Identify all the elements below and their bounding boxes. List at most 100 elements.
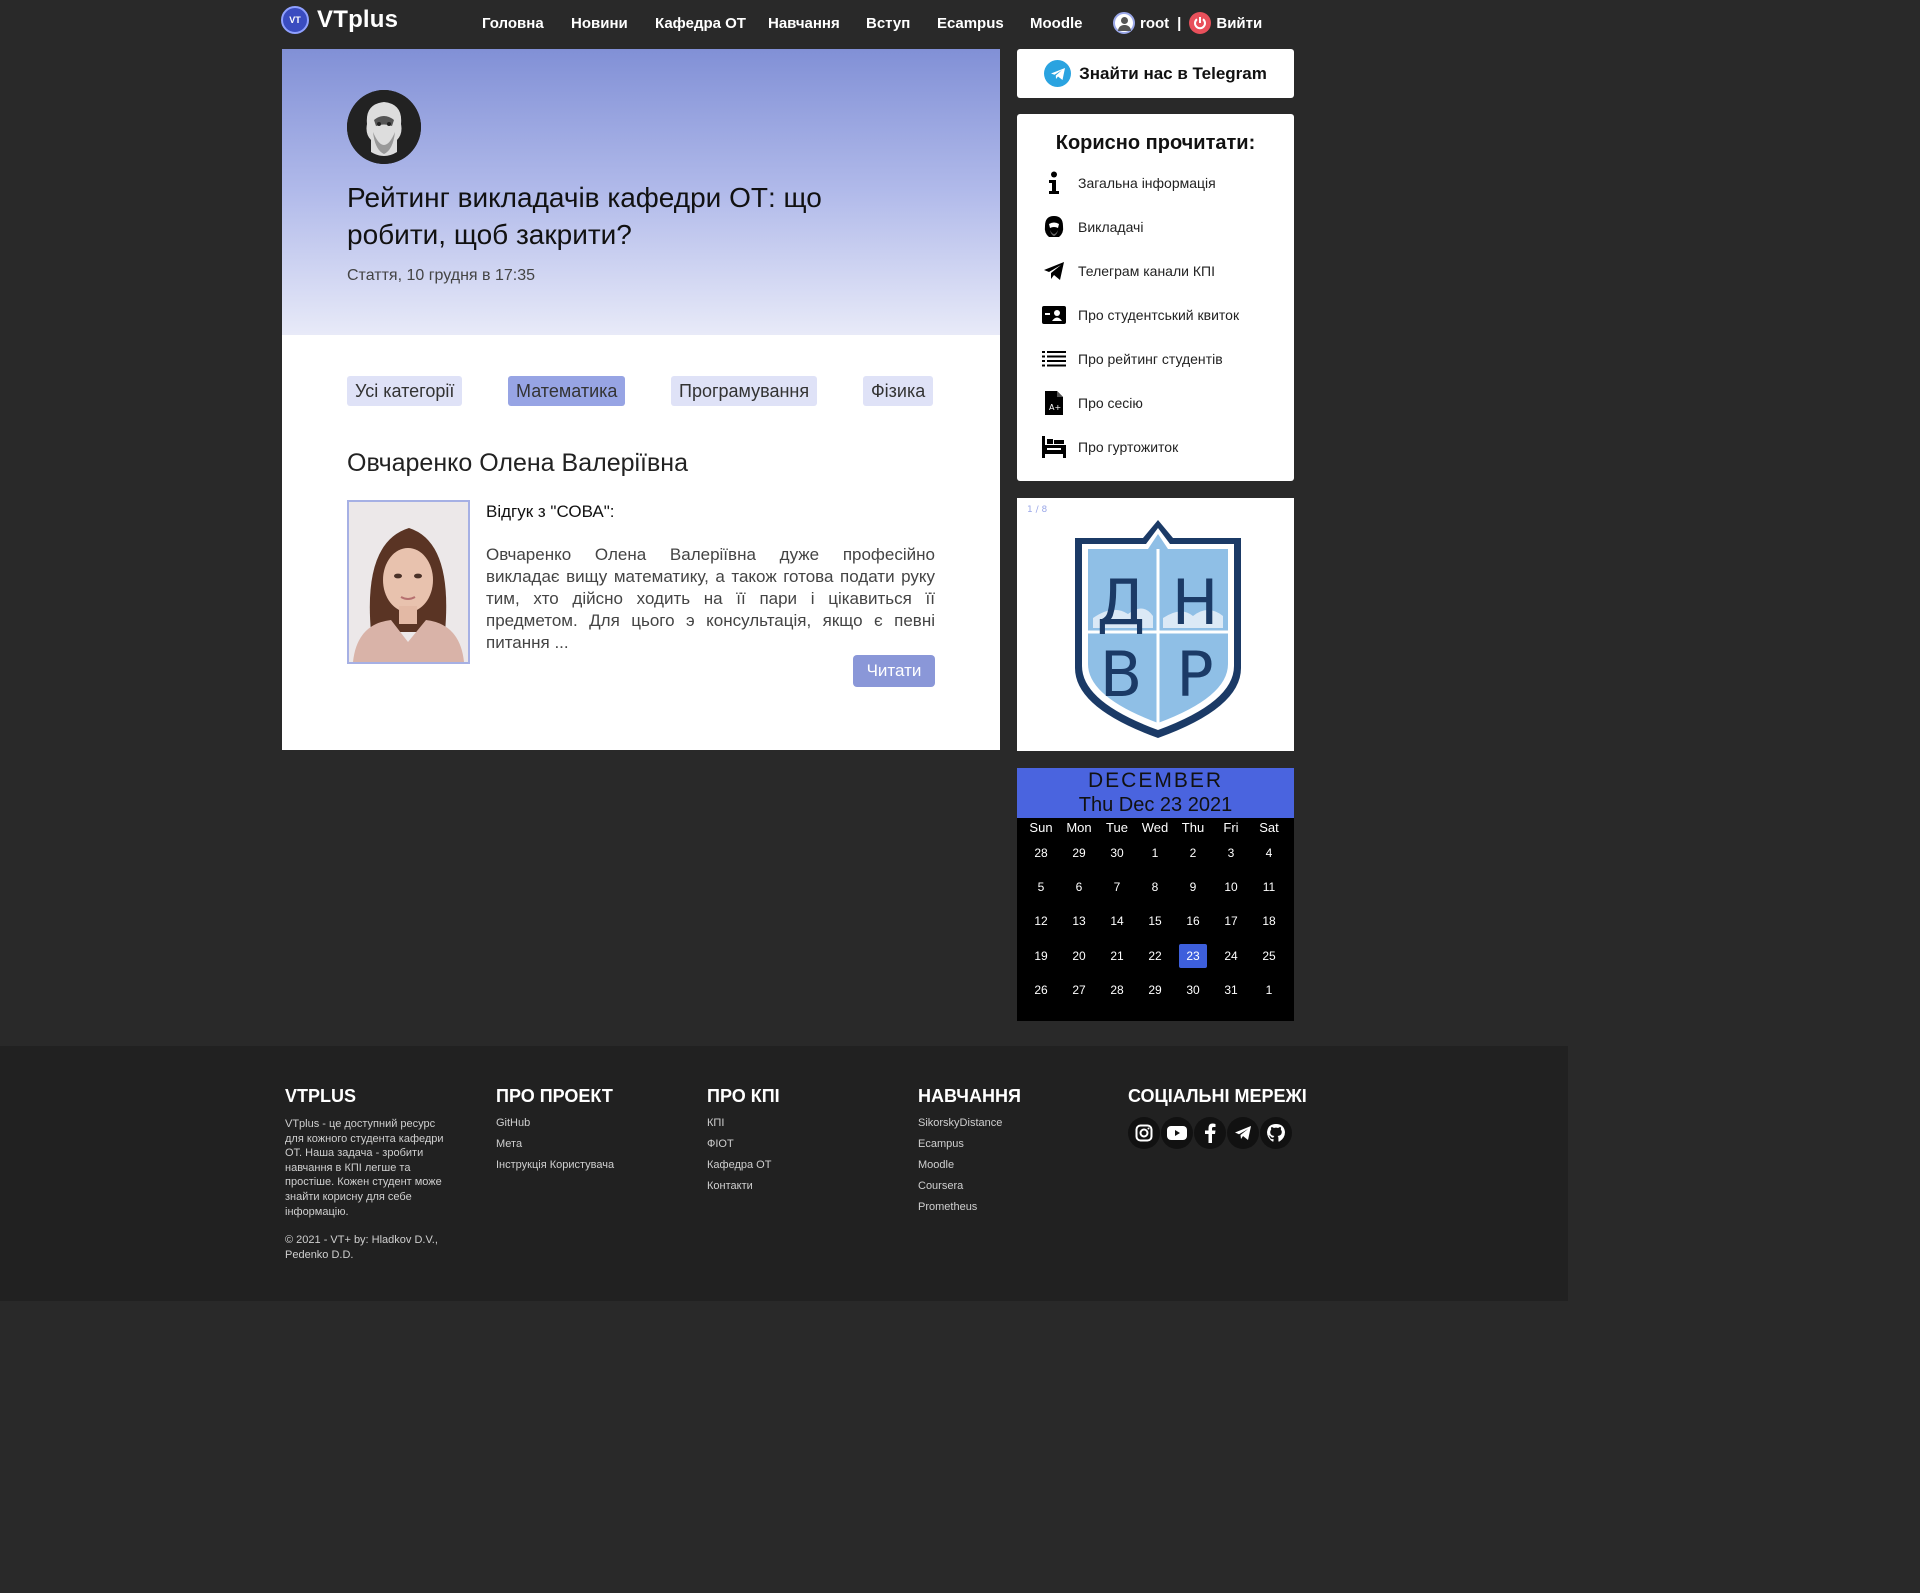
calendar-day[interactable]: 26 <box>1027 978 1055 1002</box>
user-avatar-icon[interactable] <box>1113 12 1135 34</box>
calendar-day[interactable]: 8 <box>1141 875 1169 899</box>
calendar-weekday: Tue <box>1106 820 1128 835</box>
nav-moodle[interactable]: Moodle <box>1030 15 1083 32</box>
useful-item-session[interactable]: A+ Про сесію <box>1041 390 1143 416</box>
calendar-header: DECEMBER Thu Dec 23 2021 <box>1017 768 1294 818</box>
useful-item-student-rating[interactable]: Про рейтинг студентів <box>1041 346 1223 372</box>
useful-item-student-card[interactable]: Про студентський квиток <box>1041 302 1239 328</box>
image-slider[interactable]: 1 / 8 Д Н В Р <box>1017 498 1294 751</box>
brand-link[interactable]: VT VTplus <box>281 6 398 34</box>
logo-letter-4: Р <box>1176 638 1213 711</box>
calendar-day[interactable]: 1 <box>1141 841 1169 865</box>
social-icons <box>1128 1117 1307 1149</box>
top-navbar: VT VTplus Головна Новини Кафедра ОТ Навч… <box>0 0 1568 46</box>
calendar-day[interactable]: 10 <box>1217 875 1245 899</box>
calendar-day[interactable]: 21 <box>1103 944 1131 968</box>
logo-letter-3: В <box>1100 638 1143 711</box>
useful-item-general[interactable]: Загальна інформація <box>1041 170 1216 196</box>
calendar-day[interactable]: 7 <box>1103 875 1131 899</box>
brand-badge: VT <box>289 15 301 25</box>
facebook-icon[interactable] <box>1194 1117 1226 1149</box>
nav-department[interactable]: Кафедра ОТ <box>655 15 746 32</box>
calendar-day[interactable]: 16 <box>1179 909 1207 933</box>
calendar-day[interactable]: 9 <box>1179 875 1207 899</box>
category-programming[interactable]: Програмування <box>671 376 818 406</box>
calendar-day[interactable]: 15 <box>1141 909 1169 933</box>
footer-link-fiot[interactable]: ФІОТ <box>707 1138 780 1150</box>
power-icon[interactable] <box>1189 12 1212 34</box>
footer-link-contacts[interactable]: Контакти <box>707 1180 780 1192</box>
brand-logo-icon: VT <box>281 6 309 34</box>
calendar-day[interactable]: 3 <box>1217 841 1245 865</box>
nav-study[interactable]: Навчання <box>768 15 840 32</box>
calendar-day[interactable]: 29 <box>1065 841 1093 865</box>
article-card: Рейтинг викладачів кафедри ОТ: що робити… <box>282 49 1000 750</box>
calendar-day[interactable]: 27 <box>1065 978 1093 1002</box>
calendar-day[interactable]: 31 <box>1217 978 1245 1002</box>
calendar-day[interactable]: 1 <box>1255 978 1283 1002</box>
footer-about-description: VTplus - це доступний ресурс для кожного… <box>285 1118 444 1218</box>
calendar-day[interactable]: 14 <box>1103 909 1131 933</box>
footer-link-prometheus[interactable]: Prometheus <box>918 1201 1021 1213</box>
article-title: Рейтинг викладачів кафедри ОТ: що робити… <box>347 182 822 250</box>
calendar-day[interactable]: 30 <box>1179 978 1207 1002</box>
telegram-button[interactable]: Знайти нас в Telegram <box>1017 49 1294 98</box>
calendar-day[interactable]: 18 <box>1255 909 1283 933</box>
github-icon[interactable] <box>1260 1117 1292 1149</box>
calendar-day[interactable]: 5 <box>1027 875 1055 899</box>
category-all[interactable]: Усі категорії <box>347 376 463 406</box>
calendar-day[interactable]: 22 <box>1141 944 1169 968</box>
footer-link-coursera[interactable]: Coursera <box>918 1180 1021 1192</box>
calendar-day-today[interactable]: 23 <box>1179 944 1207 968</box>
calendar-day[interactable]: 30 <box>1103 841 1131 865</box>
footer-link-department[interactable]: Кафедра ОТ <box>707 1159 780 1171</box>
nav-home[interactable]: Головна <box>482 15 544 32</box>
footer-link-ecampus[interactable]: Ecampus <box>918 1138 1021 1150</box>
calendar-day[interactable]: 13 <box>1065 909 1093 933</box>
footer-link-user-guide[interactable]: Інструкція Користувача <box>496 1159 614 1171</box>
nav-news[interactable]: Новини <box>571 15 628 32</box>
calendar-day[interactable]: 24 <box>1217 944 1245 968</box>
youtube-icon[interactable] <box>1161 1117 1193 1149</box>
dnvr-shield-logo: Д Н В Р <box>1075 520 1241 738</box>
footer-project-title: ПРО ПРОЕКТ <box>496 1086 613 1106</box>
nav-ecampus[interactable]: Ecampus <box>937 15 1004 32</box>
calendar-day[interactable]: 20 <box>1065 944 1093 968</box>
footer-link-kpi[interactable]: КПІ <box>707 1117 780 1129</box>
useful-label-teachers: Викладачі <box>1078 219 1144 235</box>
useful-item-dormitory[interactable]: Про гуртожиток <box>1041 434 1178 460</box>
footer-project: ПРО ПРОЕКТ GitHub Мета Інструкція Корист… <box>496 1086 614 1180</box>
footer-link-sikorsky[interactable]: SikorskyDistance <box>918 1117 1021 1129</box>
calendar-day[interactable]: 6 <box>1065 875 1093 899</box>
instagram-icon[interactable] <box>1128 1117 1160 1149</box>
useful-item-telegram-channels[interactable]: Телеграм канали КПІ <box>1041 258 1215 284</box>
teacher-name: Овчаренко Олена Валеріївна <box>347 449 688 477</box>
calendar-day[interactable]: 2 <box>1179 841 1207 865</box>
calendar-day[interactable]: 17 <box>1217 909 1245 933</box>
category-math[interactable]: Математика <box>508 376 626 406</box>
calendar-day[interactable]: 4 <box>1255 841 1283 865</box>
footer-link-goal[interactable]: Мета <box>496 1138 614 1150</box>
logout-link[interactable]: Вийти <box>1216 15 1262 32</box>
read-more-button[interactable]: Читати <box>853 655 935 687</box>
useful-label-dormitory: Про гуртожиток <box>1078 439 1179 455</box>
calendar-day[interactable]: 29 <box>1141 978 1169 1002</box>
calendar-day[interactable]: 28 <box>1027 841 1055 865</box>
username-link[interactable]: root <box>1140 15 1169 32</box>
calendar-day[interactable]: 19 <box>1027 944 1055 968</box>
category-physics[interactable]: Фізика <box>863 376 934 406</box>
nav-admission[interactable]: Вступ <box>866 15 910 32</box>
telegram-social-icon[interactable] <box>1227 1117 1259 1149</box>
useful-item-teachers[interactable]: Викладачі <box>1041 214 1143 240</box>
calendar-day[interactable]: 11 <box>1255 875 1283 899</box>
calendar-day[interactable]: 12 <box>1027 909 1055 933</box>
author-avatar <box>347 90 421 164</box>
calendar-day[interactable]: 28 <box>1103 978 1131 1002</box>
logo-letter-1: Д <box>1097 566 1145 639</box>
logo-letter-2: Н <box>1172 566 1219 639</box>
footer-link-github[interactable]: GitHub <box>496 1117 614 1129</box>
footer-link-moodle[interactable]: Moodle <box>918 1159 1021 1171</box>
footer-copyright: © 2021 - VT+ by: Hladkov D.V., Pedenko D… <box>285 1234 438 1261</box>
calendar-day[interactable]: 25 <box>1255 944 1283 968</box>
calendar-weekday: Thu <box>1181 820 1205 835</box>
